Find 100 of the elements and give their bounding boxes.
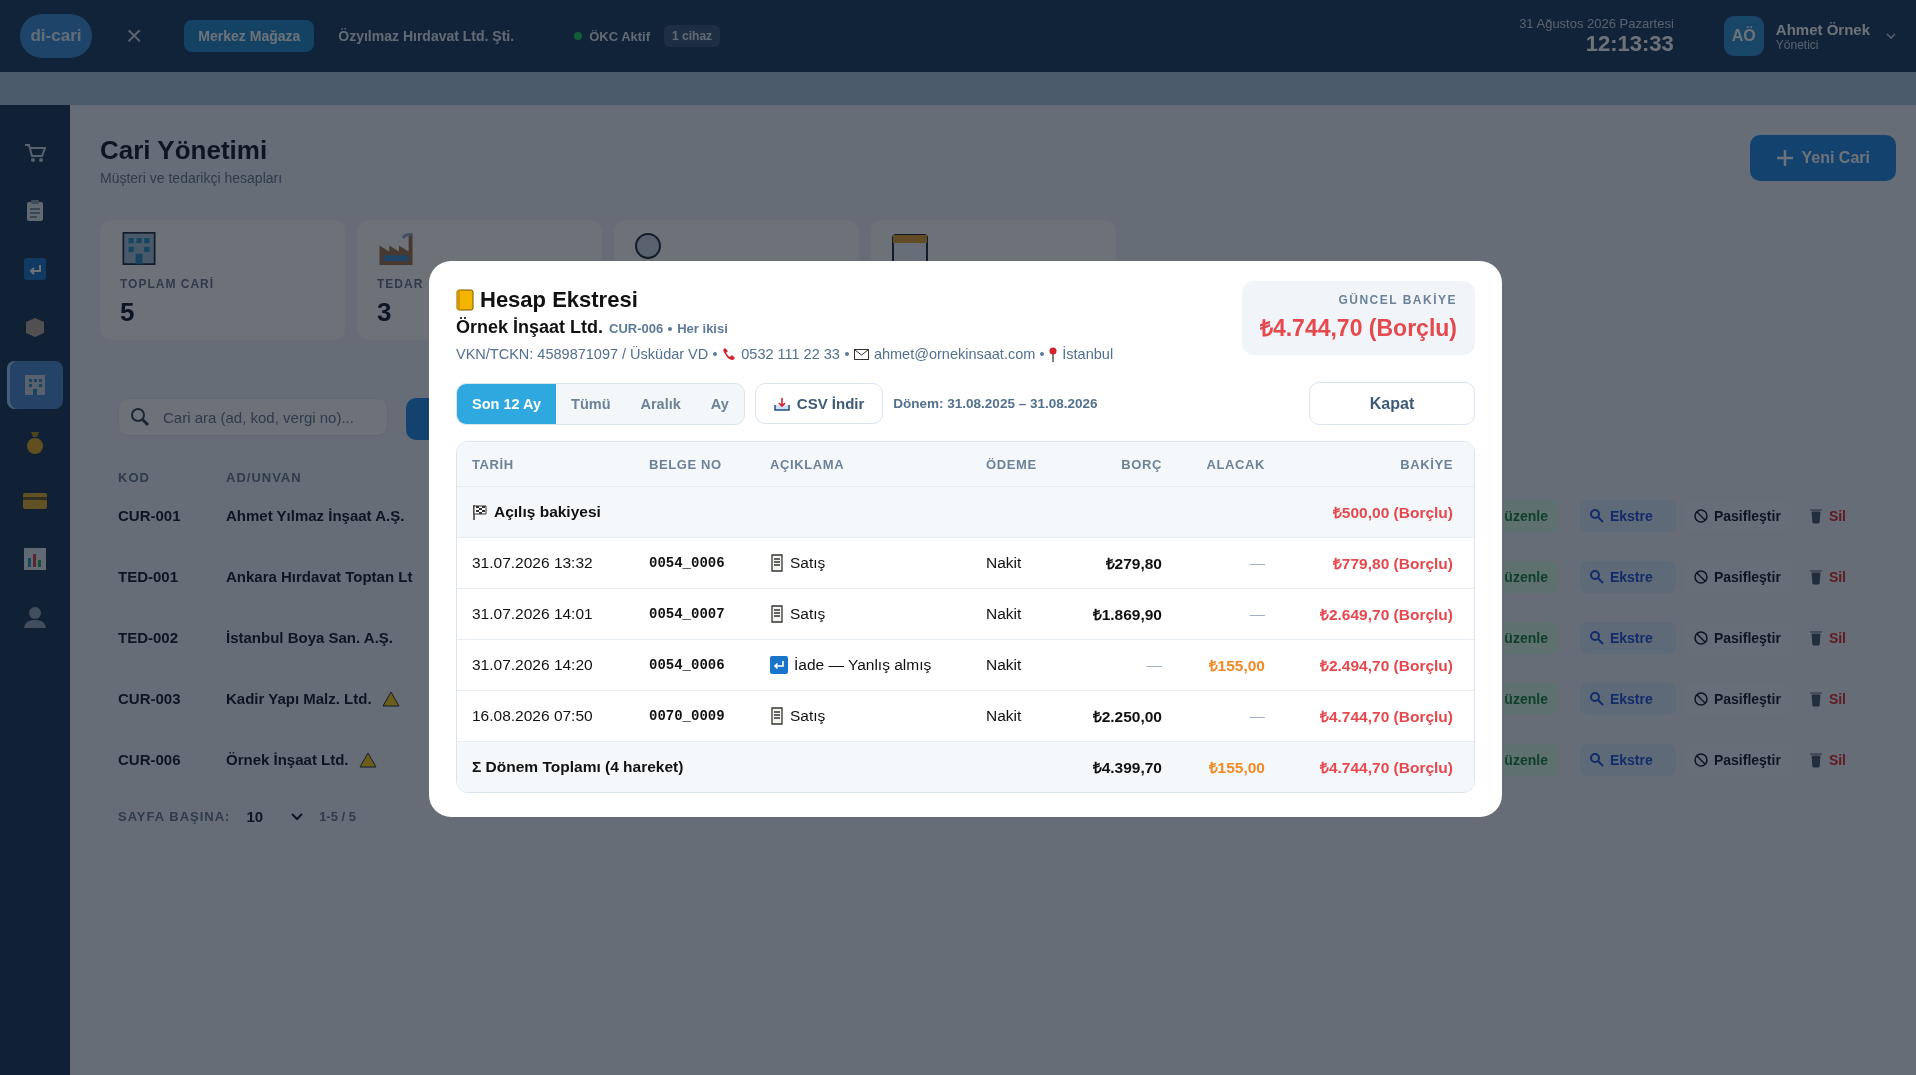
column-header: BELGE NO: [649, 456, 723, 472]
stat-value: 3: [377, 297, 392, 328]
tax-info: VKN/TCKN: 4589871097 / Üsküdar VD: [456, 346, 709, 362]
search-field[interactable]: Cari ara (ad, kod, vergi no)...: [118, 398, 388, 436]
table-cell-text: ₺155,00: [1207, 656, 1265, 676]
close-button[interactable]: Kapat: [1309, 382, 1475, 425]
table-cell-text: 0070_0009: [649, 708, 726, 724]
table-cell: Kadir Yapı Malz. Ltd.: [226, 690, 372, 707]
column-header: AÇIKLAMA: [770, 456, 846, 472]
edit-button[interactable]: üzenle: [1504, 560, 1558, 593]
edit-button[interactable]: üzenle: [1504, 499, 1558, 532]
table-cell: Satış: [790, 605, 826, 623]
table-cell-text: CUR-001: [118, 507, 182, 524]
email-address: ahmet@ornekinsaat.com: [873, 346, 1036, 362]
table-cell-text: 0054_0006: [649, 555, 726, 571]
table-cell-text: ₺779,80 (Borçlu): [1331, 554, 1453, 574]
delete-button[interactable]: Sil: [1798, 499, 1856, 532]
customer-code: CUR-006: [609, 321, 664, 336]
new-account-button[interactable]: Yeni Cari: [1749, 135, 1896, 181]
column-header: ALACAK: [1205, 456, 1265, 472]
stat-label: TOPLAM CARİ: [120, 277, 215, 291]
period-tab[interactable]: Tümü: [556, 383, 626, 424]
table-cell-text: ₺2.250,00: [1091, 707, 1162, 727]
delete-button[interactable]: Sil: [1798, 743, 1856, 776]
table-cell-text: —: [1248, 707, 1265, 725]
table-cell-text: ₺2.494,70 (Borçlu): [1318, 656, 1453, 676]
clock-time: 12:13:33: [1585, 30, 1674, 57]
table-cell-text: CUR-003: [118, 690, 182, 707]
table-cell-text: ₺4.744,70 (Borçlu): [1318, 758, 1453, 778]
table-cell-text: Nakit: [986, 554, 1023, 572]
customer-type: Her ikisi: [677, 321, 728, 336]
table-cell-text: CUR-006: [118, 751, 182, 768]
delete-button[interactable]: Sil: [1798, 621, 1856, 654]
period-tab[interactable]: Son 12 Ay: [457, 383, 557, 424]
logo[interactable]: di-cari: [20, 14, 92, 58]
balance-label: GÜNCEL BAKİYE: [1338, 293, 1457, 307]
table-cell-text: Nakit: [986, 656, 1023, 674]
table-cell-text: ₺2.649,70 (Borçlu): [1318, 605, 1453, 625]
user-name: Ahmet Örnek: [1775, 20, 1870, 38]
statement-button[interactable]: Ekstre: [1579, 621, 1676, 654]
table-cell-text: 31.07.2026 13:32: [472, 554, 594, 572]
table-cell-text: —: [1248, 605, 1265, 623]
table-cell-text: Nakit: [986, 605, 1023, 623]
edit-button[interactable]: üzenle: [1504, 621, 1558, 654]
period-tab[interactable]: Ay: [695, 383, 744, 424]
column-header: BORÇ: [1120, 456, 1162, 472]
table-cell-text: TED-002: [118, 629, 180, 646]
period-tab[interactable]: Aralık: [625, 383, 696, 424]
stat-label: TEDAR: [377, 277, 424, 291]
statement-button[interactable]: Ekstre: [1579, 743, 1676, 776]
modal-title: Hesap Ekstresi: [480, 287, 638, 313]
table-cell-text: ₺500,00 (Borçlu): [1331, 503, 1453, 523]
column-header: TARİH: [472, 456, 515, 472]
user-role: Yönetici: [1775, 37, 1820, 52]
edit-button[interactable]: üzenle: [1504, 682, 1558, 715]
table-cell-text: ₺155,00: [1207, 758, 1265, 778]
user-avatar[interactable]: AÖ: [1723, 16, 1764, 56]
delete-button[interactable]: Sil: [1798, 560, 1856, 593]
okc-status: ÖKC Aktif: [589, 28, 651, 44]
table-cell-text: —: [1145, 656, 1162, 674]
table-cell-text: ₺4.744,70 (Borçlu): [1318, 707, 1453, 727]
table-cell: Satış: [790, 707, 826, 725]
table-cell-text: ₺4.399,70: [1091, 758, 1162, 778]
table-cell-text: —: [1248, 554, 1265, 572]
date-text: 31 Ağustos 2026 Pazartesi: [1519, 15, 1674, 31]
table-cell-text: 16.08.2026 07:50: [472, 707, 594, 725]
device-count-badge: 1 cihaz: [664, 25, 721, 47]
total-label: Σ Dönem Toplamı (4 hareket): [472, 758, 685, 776]
page-title: Cari Yönetimi: [100, 135, 269, 166]
statement-button[interactable]: Ekstre: [1579, 499, 1676, 532]
table-cell-text: 31.07.2026 14:01: [472, 605, 594, 623]
phone-number: 0532 111 22 33: [741, 346, 840, 362]
table-cell: Ankara Hırdavat Toptan Lt: [226, 568, 413, 585]
statement-button[interactable]: Ekstre: [1579, 560, 1676, 593]
stat-value: 5: [120, 297, 135, 328]
period-range: Dönem: 31.08.2025 – 31.08.2026: [893, 396, 1098, 411]
customer-name: Örnek İnşaat Ltd.: [456, 317, 604, 338]
table-cell: Ahmet Yılmaz İnşaat A.Ş.: [226, 507, 405, 524]
page-size-select[interactable]: 10: [246, 808, 304, 825]
statement-button[interactable]: Ekstre: [1579, 682, 1676, 715]
table-cell-text: TED-001: [118, 568, 180, 585]
table-cell: İade — Yanlış almış: [794, 656, 932, 674]
city: İstanbul: [1062, 346, 1114, 362]
table-cell-text: ₺1.869,90: [1091, 605, 1162, 625]
table-cell: Satış: [790, 554, 826, 572]
column-header: BAKİYE: [1399, 456, 1453, 472]
column-header: ÖDEME: [986, 456, 1038, 472]
table-cell: Örnek İnşaat Ltd.: [226, 751, 349, 768]
close-button[interactable]: ×: [122, 20, 147, 52]
csv-download-button[interactable]: CSV İndir: [754, 383, 884, 424]
store-tab[interactable]: Merkez Mağaza: [184, 20, 315, 52]
opening-balance-label: Açılış bakiyesi: [494, 503, 601, 521]
table-cell-text: 31.07.2026 14:20: [472, 656, 594, 674]
table-cell-text: Nakit: [986, 707, 1023, 725]
table-cell-text: 0054_0007: [649, 606, 726, 622]
delete-button[interactable]: Sil: [1798, 682, 1856, 715]
table-cell-text: ₺279,80: [1104, 554, 1162, 574]
table-cell: İstanbul Boya San. A.Ş.: [226, 629, 393, 646]
balance-amount: ₺4.744,70 (Borçlu): [1259, 314, 1457, 343]
edit-button[interactable]: üzenle: [1504, 743, 1558, 776]
